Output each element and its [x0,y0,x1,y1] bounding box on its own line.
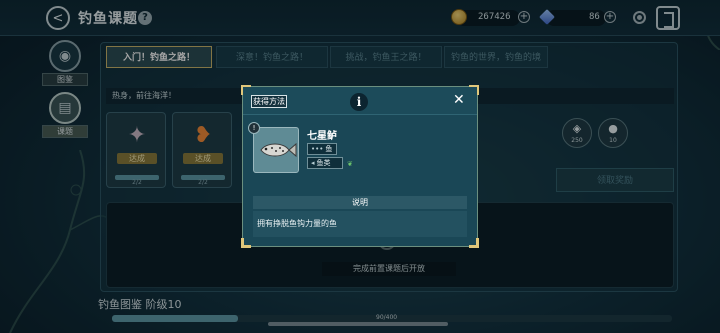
dots-icon: ••• [311,145,324,153]
fish-portrait: ! [248,122,299,173]
sea-bass-icon [260,142,297,158]
info-icon: i [350,93,368,111]
description-header: 说明 [253,196,467,209]
corner-ornament [241,238,251,248]
description-text: 拥有挣脱鱼钩力量的鱼 [253,211,467,237]
modal-title: 获得方法 [251,95,287,108]
fish-info-modal: 获得方法 i ✕ ! 七星鲈 ••• 鱼 ◂ 鱼类 ❦ 说明 拥有挣脱鱼钩力量的鱼 [241,85,479,248]
fish-tag: ◂ 鱼类 [307,157,343,169]
fish-alert-badge: ! [248,122,260,134]
fish-tag-label: 鱼类 [316,159,331,167]
close-icon[interactable]: ✕ [453,92,465,108]
corner-ornament [469,238,479,248]
leaf-icon: ❦ [347,160,353,168]
fish-tag-label: 鱼 [325,145,333,153]
fish-tag: ••• 鱼 [307,143,337,155]
fish-name: 七星鲈 [307,131,337,142]
fish-icon: ◂ [311,159,315,167]
